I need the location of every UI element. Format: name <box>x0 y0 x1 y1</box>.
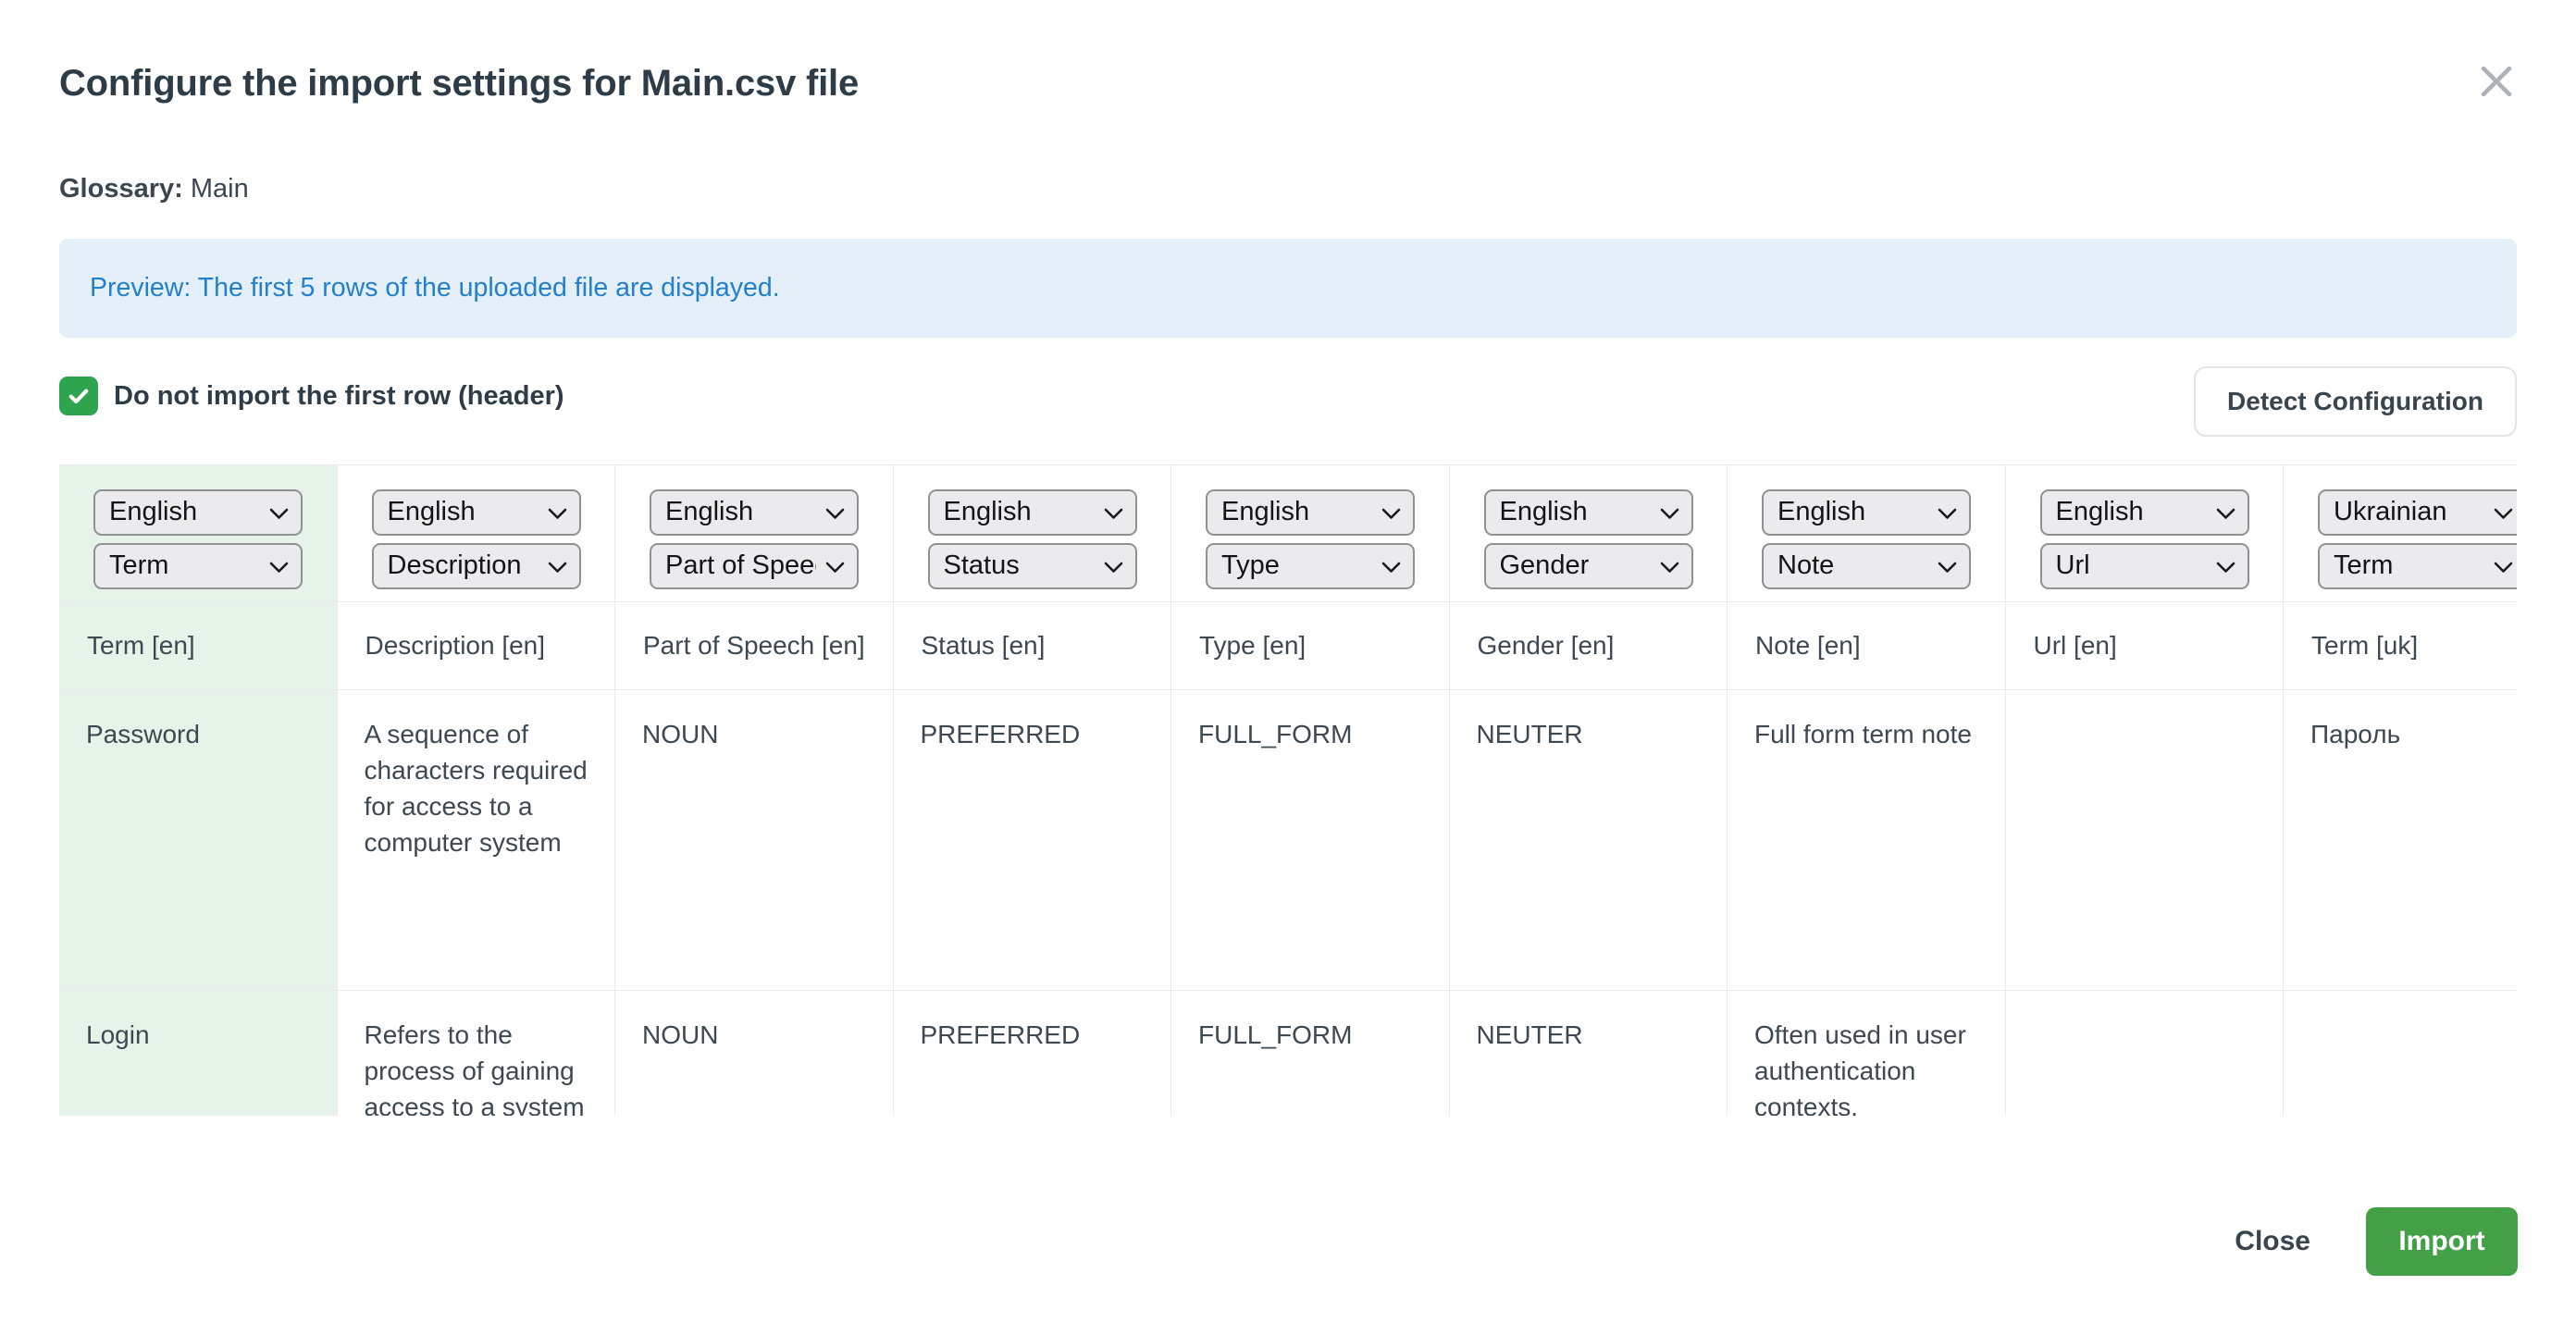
table-cell: NEUTER <box>1450 690 1728 991</box>
select-wrap: English <box>1484 489 1693 536</box>
select-wrap: Note <box>1762 543 1971 589</box>
column-field-select[interactable]: Part of Speech <box>650 543 859 589</box>
select-wrap: Description <box>372 543 581 589</box>
table-cell: NOUN <box>615 690 894 991</box>
close-button[interactable]: Close <box>2225 1226 2320 1257</box>
column-header-cell: Type [en] <box>1171 602 1450 690</box>
dialog-title: Configure the import settings for Main.c… <box>59 63 859 105</box>
column-field-select[interactable]: Description <box>372 543 581 589</box>
header-row-option: Do not import the first row (header) <box>59 377 564 415</box>
select-wrap: English <box>650 489 859 536</box>
column-language-select[interactable]: English <box>1206 489 1415 536</box>
column-language-select[interactable]: English <box>928 489 1137 536</box>
column-language-select[interactable]: English <box>1762 489 1971 536</box>
column-mapping-cell: English Url <box>2006 465 2285 602</box>
column-language-select[interactable]: Ukrainian <box>2318 489 2517 536</box>
table-cell <box>2284 991 2517 1116</box>
column-field-select[interactable]: Status <box>928 543 1137 589</box>
column-language-select[interactable]: English <box>93 489 303 536</box>
column-mapping-cell: English Part of Speech <box>615 465 894 602</box>
table-cell: PREFERRED <box>894 991 1172 1116</box>
table-cell <box>2006 991 2285 1116</box>
column-header-cell: Term [uk] <box>2284 602 2517 690</box>
column-field-select[interactable]: Type <box>1206 543 1415 589</box>
select-wrap: Term <box>93 543 303 589</box>
column-mapping-cell: English Gender <box>1450 465 1728 602</box>
column-mapping-cell: English Status <box>894 465 1172 602</box>
preview-table: English Term English Description English Part… <box>59 464 2517 1116</box>
dialog-footer: Close Import <box>2225 1207 2518 1276</box>
table-cell: Full form term note <box>1728 690 2006 991</box>
select-wrap: Ukrainian <box>2318 489 2517 536</box>
table-cell: Login <box>59 991 338 1116</box>
column-mapping-cell: English Type <box>1171 465 1450 602</box>
column-field-select[interactable]: Gender <box>1484 543 1693 589</box>
select-wrap: English <box>1206 489 1415 536</box>
column-header-cell: Note [en] <box>1728 602 2006 690</box>
select-wrap: Status <box>928 543 1137 589</box>
select-wrap: English <box>372 489 581 536</box>
table-cell: NEUTER <box>1450 991 1728 1116</box>
select-wrap: English <box>928 489 1137 536</box>
column-header-cell: Status [en] <box>894 602 1172 690</box>
preview-table-scroll-area[interactable]: English Term English Description English Part… <box>59 464 2517 1116</box>
column-mapping-cell: Ukrainian Term <box>2284 465 2517 602</box>
preview-notice-banner: Preview: The first 5 rows of the uploade… <box>59 239 2517 338</box>
table-cell <box>2006 690 2285 991</box>
select-wrap: English <box>1762 489 1971 536</box>
select-wrap: Term <box>2318 543 2517 589</box>
column-language-select[interactable]: English <box>2040 489 2249 536</box>
glossary-label: Glossary: <box>59 174 183 204</box>
table-cell: Refers to the process of gaining access … <box>338 991 616 1116</box>
import-button[interactable]: Import <box>2366 1207 2518 1276</box>
column-mapping-cell: English Term <box>59 465 338 602</box>
glossary-value: Main <box>191 174 249 204</box>
select-wrap: Type <box>1206 543 1415 589</box>
select-wrap: Url <box>2040 543 2249 589</box>
table-cell: Пароль <box>2284 690 2517 991</box>
column-header-cell: Term [en] <box>59 602 338 690</box>
table-cell: PREFERRED <box>894 690 1172 991</box>
import-settings-dialog: Configure the import settings for Main.c… <box>0 0 2576 1335</box>
column-header-cell: Gender [en] <box>1450 602 1728 690</box>
select-wrap: English <box>2040 489 2249 536</box>
preview-notice-text: Preview: The first 5 rows of the uploade… <box>90 273 780 303</box>
table-cell: FULL_FORM <box>1171 991 1450 1116</box>
select-wrap: Gender <box>1484 543 1693 589</box>
table-cell: NOUN <box>615 991 894 1116</box>
column-field-select[interactable]: Term <box>93 543 303 589</box>
close-icon[interactable] <box>2472 57 2520 105</box>
column-header-cell: Description [en] <box>338 602 616 690</box>
column-header-cell: Url [en] <box>2006 602 2285 690</box>
detect-configuration-button[interactable]: Detect Configuration <box>2194 366 2517 437</box>
glossary-line: Glossary: Main <box>59 174 249 204</box>
table-cell: FULL_FORM <box>1171 690 1450 991</box>
column-header-cell: Part of Speech [en] <box>615 602 894 690</box>
column-language-select[interactable]: English <box>372 489 581 536</box>
column-mapping-cell: English Description <box>338 465 616 602</box>
column-field-select[interactable]: Term <box>2318 543 2517 589</box>
select-wrap: English <box>93 489 303 536</box>
header-checkbox-label[interactable]: Do not import the first row (header) <box>114 381 564 412</box>
column-field-select[interactable]: Note <box>1762 543 1971 589</box>
table-cell: A sequence of characters required for ac… <box>338 690 616 991</box>
select-wrap: Part of Speech <box>650 543 859 589</box>
table-cell: Password <box>59 690 338 991</box>
column-language-select[interactable]: English <box>650 489 859 536</box>
table-cell: Often used in user authentication contex… <box>1728 991 2006 1116</box>
check-icon <box>66 383 92 409</box>
column-field-select[interactable]: Url <box>2040 543 2249 589</box>
header-checkbox[interactable] <box>59 377 98 415</box>
column-mapping-cell: English Note <box>1728 465 2006 602</box>
column-language-select[interactable]: English <box>1484 489 1693 536</box>
